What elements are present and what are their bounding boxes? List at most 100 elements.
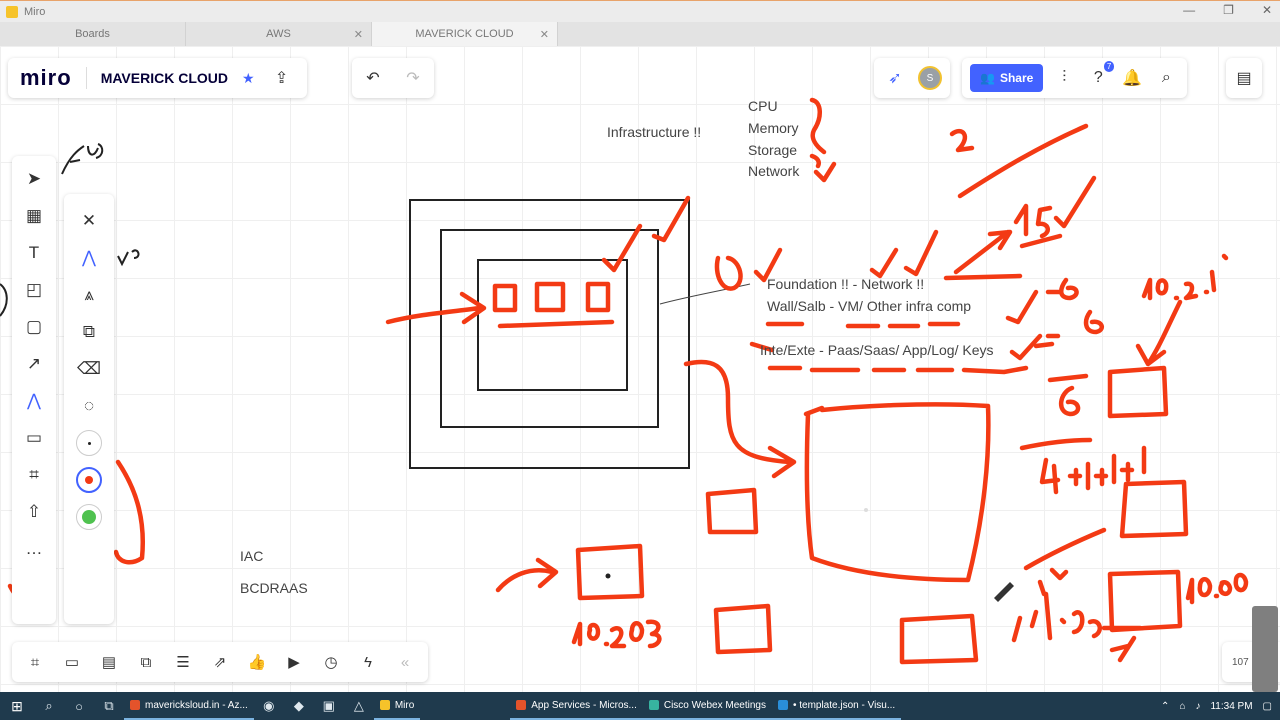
board-header-panel: miro MAVERICK CLOUD ★ ⇪ [8, 58, 307, 98]
foundation-text[interactable]: Foundation !! - Network !! [767, 276, 924, 292]
activity-icon[interactable]: ϟ [355, 649, 381, 675]
smart-drawing-icon[interactable]: ⧉ [76, 319, 102, 345]
bottom-toolbar: ⌗ ▭ ▤ ⧉ ☰ ⇗ 👍 ▶ ◷ ϟ « [12, 642, 428, 682]
ink-arrow-in [385, 291, 487, 325]
export-icon[interactable]: ⇪ [269, 65, 295, 91]
tab-boards[interactable]: Boards [0, 22, 186, 46]
undo-icon[interactable]: ↶ [360, 65, 386, 91]
timer-icon[interactable]: ◷ [318, 649, 344, 675]
resource-network[interactable]: Network [748, 163, 799, 179]
taskbar-app-services[interactable]: App Services - Micros... [510, 692, 643, 720]
bell-icon[interactable]: 🔔 [1119, 65, 1145, 91]
more-tools-icon[interactable]: … [21, 536, 47, 562]
system-tray: ⌃ ⌂ ♪ 11:34 PM ▢ [1161, 692, 1280, 720]
pen-icon[interactable]: ⋀ [21, 388, 47, 414]
restore-button[interactable]: ❐ [1223, 3, 1234, 17]
stroke-swatch [87, 441, 91, 445]
task-label: Cisco Webex Meetings [663, 699, 766, 711]
close-tab-icon[interactable]: ✕ [540, 28, 549, 41]
help-icon[interactable]: ? 7 [1085, 61, 1115, 91]
network-icon[interactable]: ⌂ [1179, 701, 1185, 712]
share-panel: 👥 Share ⫶ ? 7 🔔 ⌕ [962, 58, 1188, 98]
like-icon[interactable]: 👍 [244, 649, 270, 675]
clock[interactable]: 11:34 PM [1210, 701, 1252, 712]
whiteboard-canvas[interactable]: Infrastructure !! CPU Memory Storage Net… [0, 46, 1280, 692]
comment-icon[interactable]: ▭ [21, 425, 47, 451]
resource-cpu[interactable]: CPU [748, 98, 778, 114]
text-icon[interactable]: T [21, 240, 47, 266]
chat-icon[interactable]: ▤ [96, 649, 122, 675]
screen-share-icon[interactable]: ⧉ [133, 649, 159, 675]
stroke-red-option[interactable] [76, 467, 102, 493]
search-icon[interactable]: ⌕ [1153, 65, 1179, 91]
share-screen-icon[interactable]: ⇗ [207, 649, 233, 675]
edge-icon[interactable]: ◉ [254, 698, 284, 714]
templates-icon[interactable]: ▦ [21, 203, 47, 229]
share-label: Share [999, 71, 1034, 85]
stroke-green-option[interactable] [76, 504, 102, 530]
infrastructure-label[interactable]: Infrastructure !! [607, 124, 701, 140]
collapse-icon[interactable]: « [392, 649, 418, 675]
tab-label: AWS [266, 28, 291, 40]
share-button[interactable]: 👥 Share [970, 64, 1044, 92]
shape-icon[interactable]: ▢ [21, 314, 47, 340]
iac-label[interactable]: IAC [240, 548, 263, 564]
taskbar-chrome[interactable]: mavericksloud.in - Az... [124, 692, 254, 720]
settings-sliders-icon[interactable]: ⫶ [1051, 65, 1077, 91]
wall-text[interactable]: Wall/Salb - VM/ Other infra comp [767, 298, 971, 314]
avatar[interactable]: S [918, 66, 942, 90]
highlighter-icon[interactable]: ⩓ [76, 282, 102, 308]
tab-maverick-cloud[interactable]: MAVERICK CLOUD ✕ [372, 22, 558, 46]
integration-text[interactable]: Inte/Exte - Paas/Saas/ App/Log/ Keys [760, 342, 993, 358]
stroke-thin-option[interactable] [76, 430, 102, 456]
windows-start-icon[interactable]: ⊞ [0, 698, 34, 715]
azure-icon[interactable]: △ [344, 698, 374, 714]
close-icon[interactable]: ✕ [76, 208, 102, 234]
notifications-icon[interactable]: ▢ [1263, 701, 1272, 712]
minimize-button[interactable]: — [1183, 3, 1195, 17]
notes-icon[interactable]: ▤ [1231, 65, 1257, 91]
task-label: • template.json - Visu... [792, 699, 896, 711]
star-icon[interactable]: ★ [242, 70, 255, 87]
resource-storage[interactable]: Storage [748, 142, 797, 158]
taskbar-vscode[interactable]: • template.json - Visu... [771, 692, 902, 720]
chevron-up-icon[interactable]: ⌃ [1161, 701, 1169, 712]
tab-aws[interactable]: AWS ✕ [186, 22, 372, 46]
eraser-icon[interactable]: ⌫ [76, 356, 102, 382]
resource-memory[interactable]: Memory [748, 120, 799, 136]
upload-icon[interactable]: ⇧ [21, 499, 47, 525]
task-view-icon[interactable]: ⧉ [94, 698, 124, 714]
volume-icon[interactable]: ♪ [1195, 701, 1200, 712]
connection-line-icon[interactable]: ↗ [21, 351, 47, 377]
video-icon[interactable]: ▶ [281, 649, 307, 675]
miro-app-icon [6, 5, 18, 18]
search-icon[interactable]: ⌕ [34, 698, 64, 714]
pen-tool-icon[interactable]: ⋀ [76, 245, 102, 271]
vertical-scrollbar[interactable] [1252, 606, 1278, 692]
sticky-note-icon[interactable]: ◰ [21, 277, 47, 303]
redo-icon[interactable]: ↷ [400, 65, 426, 91]
comments-icon[interactable]: ▭ [59, 649, 85, 675]
frames-icon[interactable]: ⌗ [22, 649, 48, 675]
chrome-icon [130, 700, 140, 710]
cortana-icon[interactable]: ○ [64, 699, 94, 714]
files-icon[interactable]: ▣ [314, 698, 344, 714]
taskbar-webex[interactable]: Cisco Webex Meetings [642, 692, 772, 720]
board-name[interactable]: MAVERICK CLOUD [101, 70, 228, 86]
close-window-button[interactable]: ✕ [1262, 3, 1272, 17]
close-tab-icon[interactable]: ✕ [354, 28, 363, 41]
select-cursor-icon[interactable]: ➤ [21, 166, 47, 192]
reactions-icon[interactable]: ➶ [882, 65, 908, 91]
browser-icon [516, 700, 527, 710]
taskbar-miro[interactable]: Miro [373, 692, 421, 720]
teams-icon[interactable]: ◆ [284, 698, 314, 714]
frame-icon[interactable]: ⌗ [21, 462, 47, 488]
drawing-layer [0, 97, 1249, 665]
bcdraas-label[interactable]: BCDRAAS [240, 580, 308, 596]
miro-logo[interactable]: miro [20, 65, 72, 91]
lasso-icon[interactable]: ◌ [76, 393, 102, 419]
left-toolbar: ➤ ▦ T ◰ ▢ ↗ ⋀ ▭ ⌗ ⇧ … [12, 156, 56, 624]
cards-icon[interactable]: ☰ [170, 649, 196, 675]
tab-bar: Boards AWS ✕ MAVERICK CLOUD ✕ [0, 22, 1280, 46]
ink-dot [605, 573, 611, 579]
